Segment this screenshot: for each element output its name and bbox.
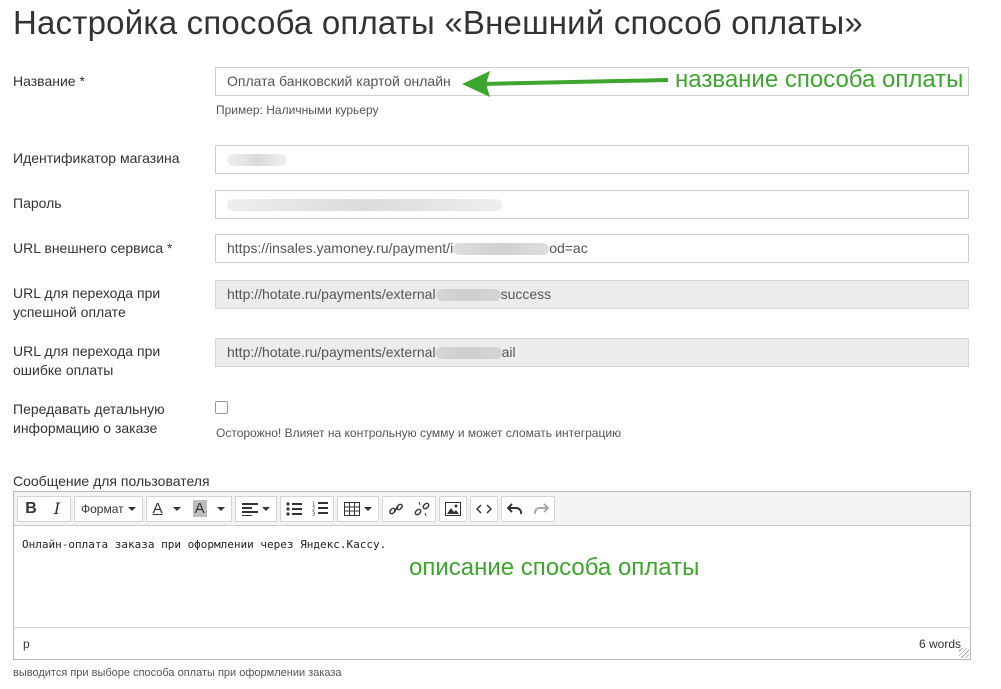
rich-text-editor: B I Формат A A 123 Онлайн-оплата заказа … (13, 491, 971, 660)
service-url-start: https://insales.yamoney.ru/payment/i (227, 240, 454, 256)
password-input[interactable] (215, 190, 969, 219)
service-url-end: od=ac (549, 240, 588, 256)
link-icon[interactable] (383, 497, 409, 521)
code-icon[interactable] (471, 497, 497, 521)
success-url-label: URL для перехода при успешной оплате (13, 285, 161, 320)
blurred-value (227, 199, 502, 212)
detail-info-hint: Осторожно! Влияет на контрольную сумму и… (216, 426, 622, 440)
editor-text: Онлайн-оплата заказа при оформлении чере… (22, 538, 387, 551)
fail-url-input[interactable]: http://hotate.ru/payments/external ail (215, 338, 969, 367)
page-title: Настройка способа оплаты «Внешний способ… (13, 4, 863, 41)
image-icon[interactable] (440, 497, 466, 521)
align-icon[interactable] (236, 497, 276, 521)
italic-icon[interactable]: I (44, 497, 70, 521)
bullet-list-icon[interactable] (281, 497, 307, 521)
service-url-input[interactable]: https://insales.yamoney.ru/payment/i od=a… (215, 234, 969, 263)
name-annotation: название способа оплаты (675, 66, 964, 93)
message-label: Сообщение для пользователя (13, 473, 210, 489)
fail-url-label: URL для перехода при ошибке оплаты (13, 343, 161, 378)
element-path[interactable]: p (23, 637, 30, 651)
word-count: 6 words (918, 636, 961, 651)
bold-icon[interactable]: B (18, 497, 44, 521)
blurred-value (435, 347, 502, 360)
format-dropdown[interactable]: Формат (75, 497, 142, 521)
arrow-annotation-icon (462, 71, 669, 97)
svg-text:3: 3 (312, 512, 315, 517)
fail-url-end: ail (501, 344, 516, 360)
table-icon[interactable] (338, 497, 378, 521)
numbered-list-icon[interactable]: 123 (307, 497, 333, 521)
description-annotation: описание способа оплаты (409, 554, 700, 581)
success-url-start: http://hotate.ru/payments/external (227, 286, 436, 302)
undo-icon[interactable] (502, 497, 528, 521)
service-url-label: URL внешнего сервиса * (13, 240, 173, 256)
blurred-value (227, 154, 287, 167)
blurred-value (453, 243, 550, 256)
resize-handle-icon[interactable] (959, 648, 969, 658)
shop-id-label: Идентификатор магазина (13, 150, 180, 166)
editor-content[interactable]: Онлайн-оплата заказа при оформлении чере… (14, 526, 970, 627)
shop-id-input[interactable] (215, 145, 969, 174)
name-label: Название * (13, 73, 85, 89)
redo-icon[interactable] (528, 497, 554, 521)
detail-info-label: Передавать детальную информацию о заказе (13, 401, 165, 436)
detail-info-checkbox[interactable] (215, 401, 228, 414)
blurred-value (435, 289, 501, 302)
background-color-icon[interactable]: A (187, 497, 231, 521)
font-color-icon[interactable]: A (147, 497, 187, 521)
password-label: Пароль (13, 195, 62, 211)
fail-url-start: http://hotate.ru/payments/external (227, 344, 436, 360)
success-url-input[interactable]: http://hotate.ru/payments/external succes… (215, 280, 969, 309)
editor-toolbar: B I Формат A A 123 (14, 492, 970, 526)
unlink-icon[interactable] (409, 497, 435, 521)
editor-statusbar: p 6 words (14, 627, 970, 659)
message-hint: выводится при выборе способа оплаты при … (13, 667, 342, 679)
success-url-end: success (500, 286, 552, 302)
name-hint: Пример: Наличными курьеру (216, 103, 379, 117)
